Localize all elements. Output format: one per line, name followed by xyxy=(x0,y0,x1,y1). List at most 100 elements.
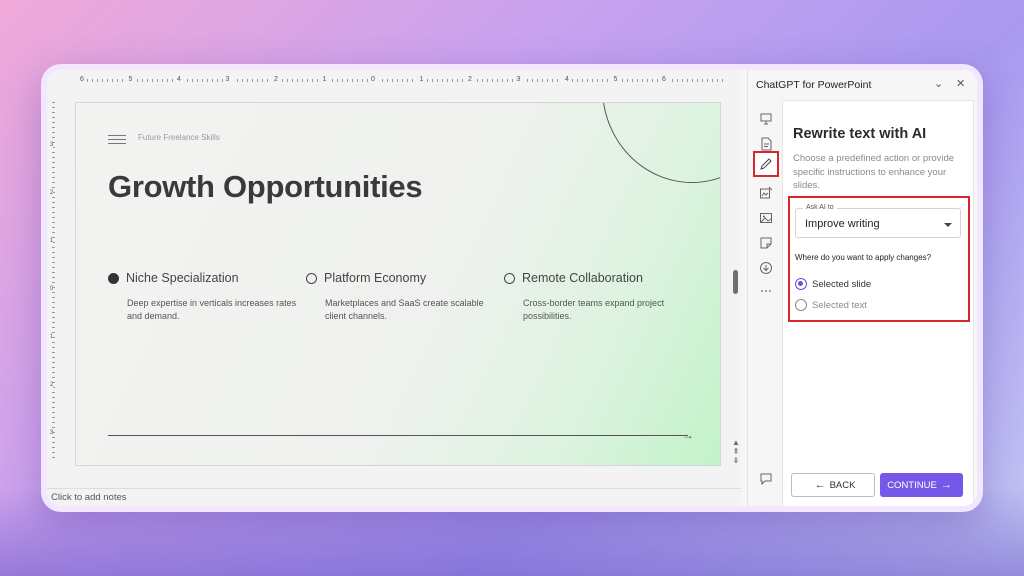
slide-kicker[interactable]: Future Freelance Skills xyxy=(138,133,220,142)
ruler-tick xyxy=(332,79,333,82)
ruler-tick xyxy=(452,79,453,82)
ruler-tick xyxy=(257,79,258,82)
ruler-tick xyxy=(52,267,55,268)
pillar-niche-specialization[interactable]: Niche Specialization Deep expertise in v… xyxy=(108,271,298,323)
ruler-number: 1 xyxy=(50,334,54,340)
ruler-tick xyxy=(197,79,198,82)
pencil-icon[interactable] xyxy=(759,157,773,171)
ruler-tick xyxy=(362,79,363,82)
ruler-tick xyxy=(52,377,55,378)
ruler-tick xyxy=(52,152,55,153)
ruler-tick xyxy=(712,79,713,82)
document-edit-icon[interactable] xyxy=(759,137,773,151)
next-slide-icon[interactable]: ⇟ xyxy=(730,456,742,465)
download-icon[interactable] xyxy=(759,261,773,275)
image-edit-icon[interactable] xyxy=(759,186,773,200)
radio-selected-text[interactable]: Selected text xyxy=(795,299,867,311)
chevron-down-icon[interactable]: ⌄ xyxy=(934,77,943,90)
ruler-tick xyxy=(52,117,55,118)
more-icon[interactable] xyxy=(759,284,773,298)
ruler-tick xyxy=(52,127,55,128)
ruler-tick xyxy=(582,79,583,82)
ruler-tick xyxy=(52,402,55,403)
ruler-tick xyxy=(52,327,55,328)
continue-label: CONTINUE xyxy=(887,479,937,491)
ruler-tick xyxy=(217,79,218,82)
ruler-tick xyxy=(482,79,483,82)
filled-circle-icon xyxy=(108,272,119,284)
ruler-tick xyxy=(692,79,693,82)
ruler-tick xyxy=(107,79,108,82)
caret-down-icon xyxy=(944,223,952,227)
radio-unchecked-icon xyxy=(795,299,807,311)
ruler-tick xyxy=(52,322,55,323)
ruler-tick xyxy=(52,422,55,423)
chat-icon[interactable] xyxy=(759,472,773,486)
presentation-icon[interactable] xyxy=(759,112,773,126)
ruler-tick xyxy=(52,457,55,458)
ruler-tick xyxy=(242,79,243,82)
horizontal-ruler: 6 5 4 3 2 1 0 1 2 3 4 5 6 xyxy=(77,76,729,86)
ruler-tick xyxy=(52,302,55,303)
ruler-tick xyxy=(487,79,488,82)
pillar-remote-collaboration[interactable]: Remote Collaboration Cross-border teams … xyxy=(504,271,694,323)
ask-ai-dropdown[interactable]: Ask AI to Improve writing xyxy=(795,204,961,238)
ruler-tick xyxy=(202,79,203,82)
ruler-tick xyxy=(52,317,55,318)
scroll-up-icon[interactable]: ▲ xyxy=(730,438,742,447)
ruler-tick xyxy=(237,79,238,82)
ruler-number: 6 xyxy=(659,76,669,83)
ruler-tick xyxy=(192,79,193,82)
notes-placeholder[interactable]: Click to add notes xyxy=(51,492,127,503)
ruler-tick xyxy=(282,79,283,82)
slide-nav-arrows[interactable]: ▲ ⇞ ⇟ xyxy=(730,438,742,465)
ruler-tick xyxy=(52,412,55,413)
sticky-note-icon[interactable] xyxy=(759,236,773,250)
ruler-tick xyxy=(212,79,213,82)
ruler-number: 5 xyxy=(125,76,136,83)
ruler-tick xyxy=(52,112,55,113)
ruler-tick xyxy=(392,79,393,82)
panel-description: Choose a predefined action or provide sp… xyxy=(793,153,955,191)
options-highlight-box: Ask AI to Improve writing Where do you w… xyxy=(788,196,970,322)
ruler-tick xyxy=(52,247,55,248)
ruler-tick xyxy=(52,292,55,293)
panel-title: ChatGPT for PowerPoint xyxy=(756,79,872,91)
ruler-tick xyxy=(52,362,55,363)
ruler-tick xyxy=(632,79,633,82)
slide-canvas[interactable]: Future Freelance Skills Growth Opportuni… xyxy=(75,102,721,466)
close-icon[interactable]: ✕ xyxy=(956,77,965,90)
vertical-scrollbar[interactable] xyxy=(733,270,738,294)
ruler-tick xyxy=(52,177,55,178)
ruler-tick xyxy=(187,79,188,82)
ruler-tick xyxy=(462,79,463,82)
ruler-tick xyxy=(572,79,573,82)
ruler-tick xyxy=(687,79,688,82)
ruler-tick xyxy=(317,79,318,82)
pillar-platform-economy[interactable]: Platform Economy Marketplaces and SaaS c… xyxy=(306,271,496,323)
previous-slide-icon[interactable]: ⇞ xyxy=(730,447,742,456)
radio-selected-slide[interactable]: Selected slide xyxy=(795,278,871,290)
ruler-tick xyxy=(52,312,55,313)
ruler-tick xyxy=(52,262,55,263)
ruler-tick xyxy=(682,79,683,82)
ruler-tick xyxy=(357,79,358,82)
ruler-tick xyxy=(52,187,55,188)
ruler-tick xyxy=(642,79,643,82)
ruler-tick xyxy=(627,79,628,82)
circle-icon xyxy=(504,272,515,284)
ruler-tick xyxy=(307,79,308,82)
tool-rail xyxy=(748,100,782,506)
ask-ai-label: Ask AI to xyxy=(803,204,837,211)
slide-title[interactable]: Growth Opportunities xyxy=(108,169,423,205)
ruler-tick xyxy=(52,217,55,218)
image-icon[interactable] xyxy=(759,211,773,225)
ruler-number: 3 xyxy=(50,430,54,436)
continue-button[interactable]: CONTINUE → xyxy=(880,473,963,497)
ruler-tick xyxy=(52,172,55,173)
ruler-tick xyxy=(117,79,118,82)
ruler-tick xyxy=(167,79,168,82)
ruler-tick xyxy=(697,79,698,82)
ruler-tick xyxy=(52,447,55,448)
back-button[interactable]: ← BACK xyxy=(791,473,875,497)
